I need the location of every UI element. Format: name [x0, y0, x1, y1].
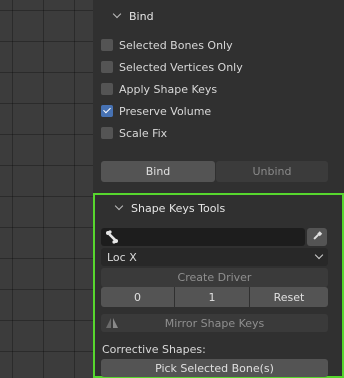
- option-apply-shape-keys[interactable]: Apply Shape Keys: [101, 80, 217, 98]
- checkbox[interactable]: [101, 127, 113, 139]
- corrective-shapes-label: Corrective Shapes:: [102, 343, 206, 356]
- option-scale-fix[interactable]: Scale Fix: [101, 124, 167, 142]
- unbind-button[interactable]: Unbind: [216, 161, 328, 182]
- bone-field[interactable]: [101, 228, 305, 246]
- bind-section-title: Bind: [129, 9, 154, 23]
- reset-button[interactable]: Reset: [250, 287, 328, 307]
- shape-keys-tools-panel: Shape Keys Tools Loc X Create Driver 0 1…: [93, 193, 344, 378]
- eyedropper-icon: [313, 231, 323, 240]
- 3d-viewport[interactable]: [0, 0, 93, 378]
- transform-channel-value: Loc X: [107, 250, 137, 264]
- option-label: Selected Bones Only: [119, 38, 233, 52]
- checkbox[interactable]: [101, 39, 113, 51]
- chevron-down-icon: [115, 204, 123, 212]
- eyedropper-button[interactable]: [307, 228, 327, 246]
- mirror-shape-keys-label: Mirror Shape Keys: [164, 316, 265, 330]
- max-value-field[interactable]: 1: [175, 287, 249, 307]
- option-selected-vertices-only[interactable]: Selected Vertices Only: [101, 58, 243, 76]
- bind-section-header[interactable]: Bind: [93, 5, 344, 27]
- chevron-down-icon: [113, 12, 121, 20]
- create-driver-button[interactable]: Create Driver: [101, 268, 328, 287]
- checkmark-icon[interactable]: [101, 105, 113, 117]
- chevron-down-icon: [314, 250, 324, 260]
- min-value-field[interactable]: 0: [101, 287, 174, 307]
- shape-keys-tools-title: Shape Keys Tools: [131, 201, 226, 215]
- option-label: Apply Shape Keys: [119, 82, 218, 96]
- checkbox[interactable]: [101, 83, 113, 95]
- checkbox[interactable]: [101, 61, 113, 73]
- properties-panel: Bind Selected Bones Only Selected Vertic…: [93, 0, 344, 378]
- mirror-shape-keys-button[interactable]: Mirror Shape Keys: [101, 314, 328, 332]
- option-label: Scale Fix: [119, 126, 168, 140]
- option-label: Selected Vertices Only: [119, 60, 243, 74]
- pick-selected-bones-button[interactable]: Pick Selected Bone(s): [101, 359, 328, 377]
- option-preserve-volume[interactable]: Preserve Volume: [101, 102, 211, 120]
- bone-icon: [106, 230, 118, 244]
- option-selected-bones-only[interactable]: Selected Bones Only: [101, 36, 233, 54]
- option-label: Preserve Volume: [119, 104, 212, 118]
- shape-keys-tools-header[interactable]: Shape Keys Tools: [95, 197, 342, 219]
- transform-channel-select[interactable]: Loc X: [101, 248, 328, 266]
- bind-button[interactable]: Bind: [101, 161, 215, 182]
- mirror-icon: [106, 318, 118, 328]
